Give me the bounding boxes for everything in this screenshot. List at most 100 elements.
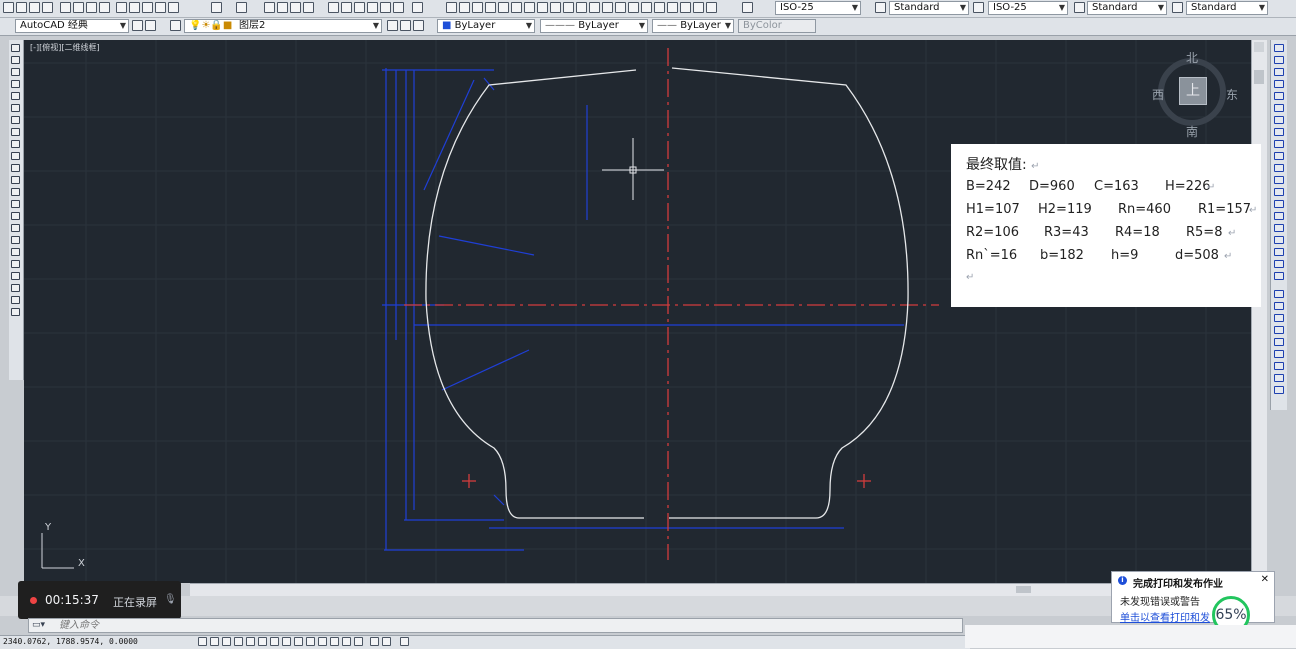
horizontal-scrollbar[interactable] — [190, 583, 1251, 596]
radius-dim-icon[interactable] — [498, 2, 509, 13]
plot-preview-icon[interactable] — [73, 2, 84, 13]
new-file-icon[interactable] — [3, 2, 14, 13]
send-back-icon[interactable] — [1274, 314, 1284, 322]
modify-extra-2-icon[interactable] — [1274, 272, 1284, 280]
ellipse-arc-icon[interactable] — [11, 164, 20, 172]
annotation-scale-icon[interactable] — [400, 637, 409, 646]
object-snap-tracking-icon[interactable] — [282, 637, 291, 646]
dynamic-input-icon[interactable] — [306, 637, 315, 646]
baseline-dim-icon[interactable] — [563, 2, 574, 13]
hatch-icon[interactable] — [11, 212, 20, 220]
compass-north-label[interactable]: 北 — [1186, 49, 1198, 66]
tolerance-icon[interactable] — [615, 2, 626, 13]
linetype-select[interactable]: ——— ByLayer ▼ — [540, 19, 648, 33]
rectangle-icon[interactable] — [11, 92, 20, 100]
text-style-icon[interactable] — [742, 2, 753, 13]
dim-text-edit-icon[interactable] — [680, 2, 691, 13]
block-editor-icon[interactable] — [168, 2, 179, 13]
ordinate-dim-icon[interactable] — [485, 2, 496, 13]
multileader-style-select[interactable]: Standard ▼ — [1186, 1, 1268, 15]
view-cube[interactable]: 上 北 南 东 西 — [1152, 51, 1238, 139]
multileader-style-button-icon[interactable] — [1172, 2, 1183, 13]
copy-icon[interactable] — [129, 2, 140, 13]
grid-display-icon[interactable] — [222, 637, 231, 646]
model-space-icon[interactable] — [370, 637, 379, 646]
scale-icon[interactable] — [1274, 128, 1284, 136]
revision-cloud-icon[interactable] — [11, 128, 20, 136]
dimension-style-select[interactable]: ISO-25 ▼ — [988, 1, 1068, 15]
hatch-back-icon[interactable] — [1274, 386, 1284, 394]
view-details-link[interactable]: 单击以查看打印和发布... — [1120, 609, 1210, 624]
text-style-button-icon[interactable] — [875, 2, 886, 13]
modify-extra-icon[interactable] — [1274, 260, 1284, 268]
scroll-up-arrow-icon[interactable] — [1254, 42, 1264, 52]
command-line[interactable]: ▭▾ — [28, 618, 963, 633]
dim-style-icon[interactable] — [706, 2, 717, 13]
gradient-icon[interactable] — [11, 224, 20, 232]
zoom-window-icon[interactable] — [290, 2, 301, 13]
copy-object-icon[interactable] — [1274, 56, 1284, 64]
compass-south-label[interactable]: 南 — [1186, 123, 1198, 140]
command-input[interactable] — [59, 619, 939, 632]
plot-icon[interactable] — [60, 2, 71, 13]
zoom-previous-icon[interactable] — [303, 2, 314, 13]
leaders-front-icon[interactable] — [1274, 374, 1284, 382]
bring-front-icon[interactable] — [1274, 302, 1284, 310]
plot-complete-notification[interactable]: i 完成打印和发布作业 ✕ 未发现错误或警告 单击以查看打印和发布... 65% — [1111, 571, 1275, 634]
dim-edit-icon[interactable] — [667, 2, 678, 13]
stretch-icon[interactable] — [1274, 140, 1284, 148]
break-icon[interactable] — [1274, 188, 1284, 196]
trim-icon[interactable] — [1274, 152, 1284, 160]
break-point-icon[interactable] — [1274, 176, 1284, 184]
save-icon[interactable] — [29, 2, 40, 13]
rotate-icon[interactable] — [1274, 116, 1284, 124]
line-icon[interactable] — [11, 44, 20, 52]
insert-block-icon[interactable] — [11, 176, 20, 184]
lineweight-toggle-icon[interactable] — [318, 637, 327, 646]
save-as-icon[interactable] — [42, 2, 53, 13]
match-properties-icon[interactable] — [155, 2, 166, 13]
transparency-icon[interactable] — [330, 637, 339, 646]
inspect-icon[interactable] — [641, 2, 652, 13]
construction-line-icon[interactable] — [11, 56, 20, 64]
circle-icon[interactable] — [11, 116, 20, 124]
fillet-icon[interactable] — [1274, 224, 1284, 232]
help-icon[interactable] — [412, 2, 423, 13]
center-mark-icon[interactable] — [628, 2, 639, 13]
move-icon[interactable] — [1274, 104, 1284, 112]
zoom-realtime-icon[interactable] — [277, 2, 288, 13]
chamfer-icon[interactable] — [1274, 212, 1284, 220]
dim-break-icon[interactable] — [602, 2, 613, 13]
lineweight-select[interactable]: —— ByLayer ▼ — [652, 19, 734, 33]
join-icon[interactable] — [1274, 200, 1284, 208]
draw-order-icon[interactable] — [1274, 290, 1284, 298]
color-select[interactable]: ■ ByLayer ▼ — [437, 19, 535, 33]
quick-properties-icon[interactable] — [342, 637, 351, 646]
paste-icon[interactable] — [142, 2, 153, 13]
publish-icon[interactable] — [86, 2, 97, 13]
make-current-layer-icon[interactable] — [387, 20, 398, 31]
text-front-icon[interactable] — [1274, 350, 1284, 358]
region-icon[interactable] — [11, 236, 20, 244]
explode-icon[interactable] — [1274, 248, 1284, 256]
send-under-icon[interactable] — [1274, 338, 1284, 346]
draw-extra-3-icon[interactable] — [11, 308, 20, 316]
pan-icon[interactable] — [264, 2, 275, 13]
array-icon[interactable] — [1274, 92, 1284, 100]
layer-states-icon[interactable] — [413, 20, 424, 31]
drawing-canvas[interactable]: Y X — [24, 40, 1251, 583]
offset-icon[interactable] — [1274, 80, 1284, 88]
arc-icon[interactable] — [11, 104, 20, 112]
extend-icon[interactable] — [1274, 164, 1284, 172]
close-icon[interactable]: ✕ — [1261, 574, 1269, 585]
ellipse-icon[interactable] — [11, 152, 20, 160]
workspace-gear-icon[interactable] — [145, 20, 156, 31]
jogged-dim-icon[interactable] — [511, 2, 522, 13]
compass-east-label[interactable]: 东 — [1226, 86, 1238, 103]
table-icon[interactable] — [11, 248, 20, 256]
vertical-scrollbar[interactable] — [1251, 40, 1267, 583]
open-file-icon[interactable] — [16, 2, 27, 13]
table-style-button-icon[interactable] — [1074, 2, 1085, 13]
markup-icon[interactable] — [380, 2, 391, 13]
continue-dim-icon[interactable] — [576, 2, 587, 13]
